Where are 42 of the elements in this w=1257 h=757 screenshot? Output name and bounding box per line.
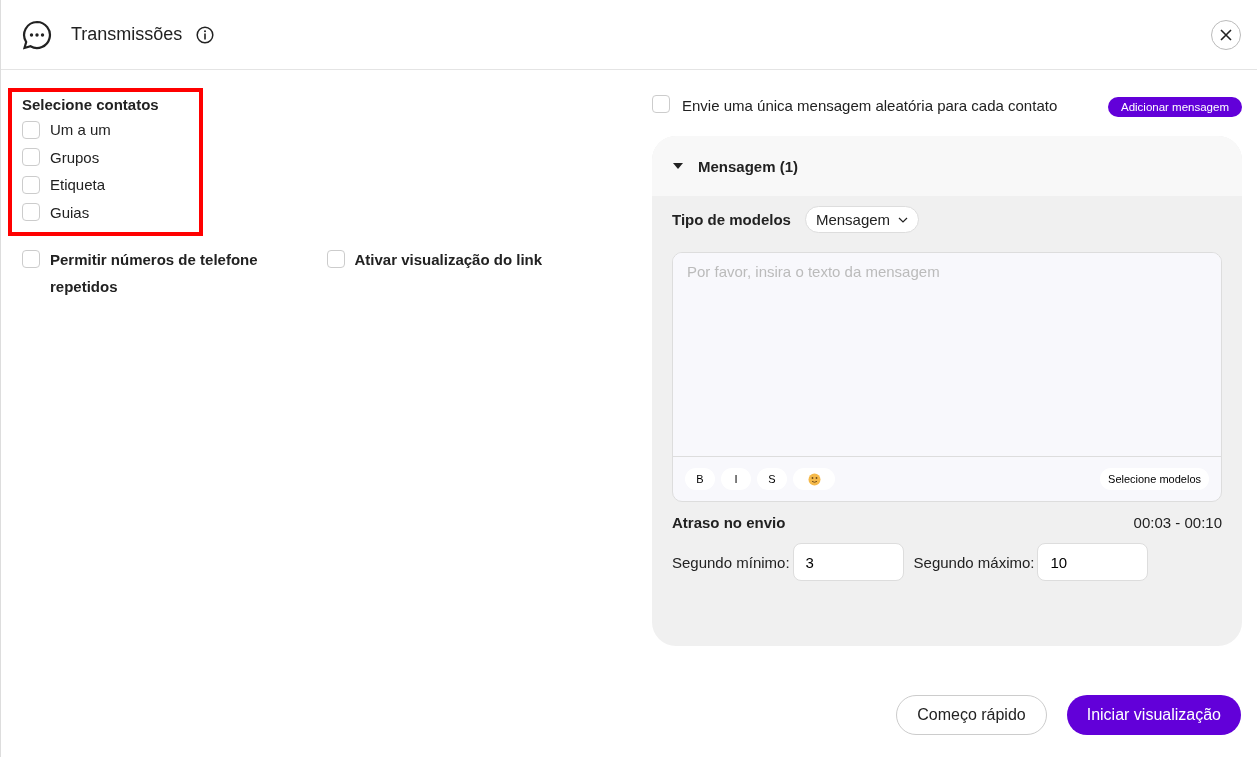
- format-button[interactable]: I: [721, 468, 751, 490]
- checkbox[interactable]: [22, 203, 40, 222]
- option-label: Grupos: [50, 148, 100, 166]
- option-label: Ativar visualização do link: [354, 250, 544, 270]
- checkbox[interactable]: [326, 250, 345, 268]
- option-label: Etiqueta: [50, 176, 106, 194]
- close-icon: [1219, 27, 1233, 42]
- option-label: Guias: [50, 203, 90, 221]
- quick-start-button[interactable]: Começo rápido: [896, 695, 1047, 735]
- chat-bubble-icon: [21, 18, 53, 51]
- max-seconds-field[interactable]: 10: [1037, 543, 1149, 581]
- caret-icon[interactable]: [672, 162, 684, 170]
- min-seconds-field[interactable]: 3: [792, 543, 904, 581]
- option-label: Permitir números de telefone repetidos: [50, 250, 259, 297]
- message-input[interactable]: Por favor, insira o texto da mensagem: [673, 253, 1221, 457]
- field-label: Tipo de modelos: [672, 211, 791, 228]
- option-label: Envie uma única mensagem aleatória para cada contato: [682, 96, 1058, 116]
- message-editor[interactable]: Por favor, insira o texto da mensagem B I S Selecione modelos: [672, 252, 1222, 502]
- window-title: Transmissões: [71, 24, 183, 45]
- panel-title: Mensagem (1): [698, 157, 799, 175]
- format-button[interactable]: B: [685, 468, 715, 490]
- field-label: Segundo máximo:: [913, 553, 1035, 571]
- emoji-button[interactable]: [793, 468, 835, 490]
- option-label: Um a um: [50, 121, 111, 139]
- select-templates-button[interactable]: Selecione modelos: [1100, 468, 1209, 490]
- checkbox[interactable]: [22, 250, 40, 268]
- format-button[interactable]: S: [757, 468, 787, 490]
- chevron-icon: [898, 216, 909, 223]
- close-button[interactable]: [1211, 19, 1241, 50]
- checkbox[interactable]: [22, 175, 40, 194]
- smiley-icon: [807, 472, 821, 486]
- info-icon[interactable]: [196, 25, 215, 44]
- start-preview-button[interactable]: Iniciar visualização: [1066, 695, 1241, 735]
- delay-range: 00:03 - 00:10: [1133, 514, 1222, 531]
- template-type-dropdown[interactable]: Mensagem: [804, 206, 920, 233]
- checkbox[interactable]: [22, 148, 40, 167]
- field-label: Segundo mínimo:: [672, 553, 790, 571]
- field-label: Atraso no envio: [672, 514, 786, 531]
- section-title: Selecione contatos: [22, 96, 160, 113]
- checkbox[interactable]: [652, 95, 670, 113]
- add-message-button[interactable]: Adicionar mensagem: [1107, 97, 1242, 117]
- checkbox[interactable]: [22, 120, 40, 139]
